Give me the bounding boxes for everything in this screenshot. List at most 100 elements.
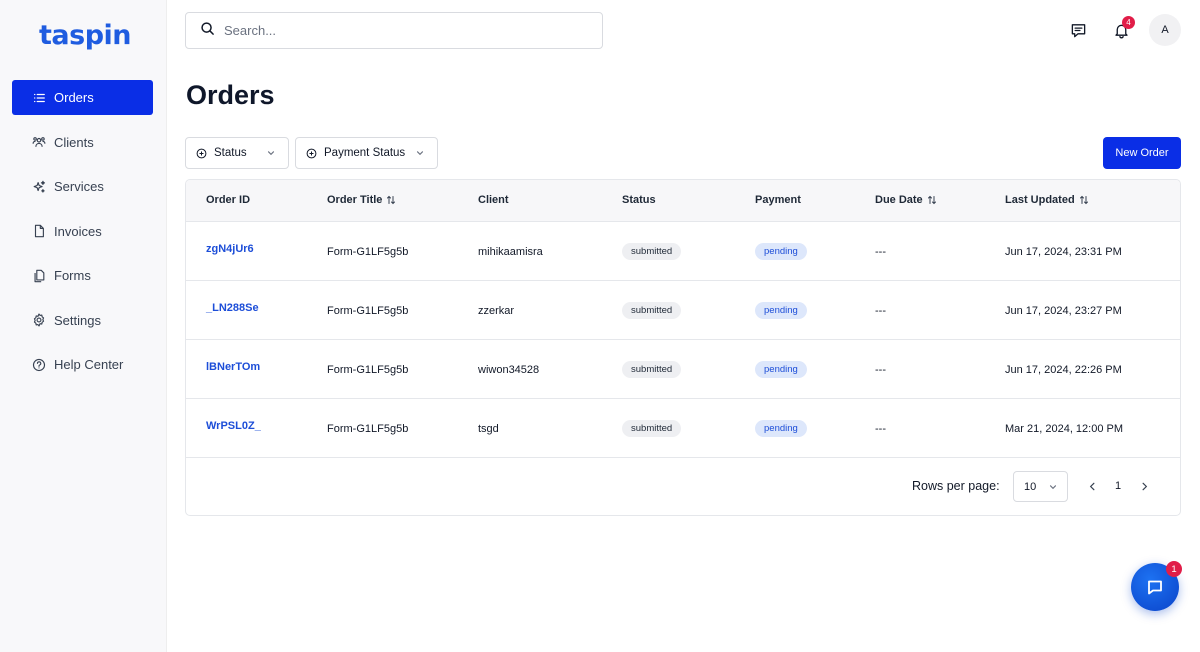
column-label: Due Date <box>875 194 923 206</box>
sidebar-item-label: Orders <box>54 90 94 105</box>
order-id-link[interactable]: zgN4jUr6 <box>206 243 254 255</box>
payment-status-filter-label: Payment Status <box>324 147 406 159</box>
sort-icon <box>927 195 936 205</box>
column-label: Last Updated <box>1005 194 1075 206</box>
file-icon <box>32 224 46 238</box>
sidebar-item-label: Help Center <box>54 357 124 372</box>
rows-per-page-value: 10 <box>1024 480 1037 493</box>
previous-page-button[interactable] <box>1085 479 1099 493</box>
search-input[interactable] <box>224 23 564 38</box>
status-filter-label: Status <box>214 147 247 159</box>
sidebar-item-forms[interactable]: Forms <box>12 258 153 293</box>
client-cell: mihikaamisra <box>478 246 543 258</box>
search-icon <box>200 21 215 41</box>
payment-status-filter[interactable]: Payment Status <box>295 137 438 169</box>
next-page-button[interactable] <box>1137 479 1151 493</box>
status-badge: submitted <box>622 302 682 319</box>
sidebar-item-settings[interactable]: Settings <box>12 303 153 338</box>
messages-icon[interactable] <box>1068 19 1088 41</box>
sidebar-item-orders[interactable]: Orders <box>12 80 153 115</box>
client-cell: wiwon34528 <box>478 364 540 376</box>
sidebar-item-label: Invoices <box>54 223 102 239</box>
chevron-down-icon <box>416 151 424 156</box>
order-id-link[interactable]: _LN288Se <box>206 302 259 314</box>
rows-per-page-label: Rows per page: <box>912 479 1000 493</box>
sort-icon <box>1079 195 1088 205</box>
order-title-cell: Form-G1LF5g5b <box>327 364 409 376</box>
avatar[interactable]: A <box>1149 14 1181 46</box>
current-page-number: 1 <box>1115 480 1122 492</box>
sidebar-item-help-center[interactable]: Help Center <box>12 347 153 382</box>
last-updated-cell: Jun 17, 2024, 22:26 PM <box>1005 364 1122 376</box>
status-badge: submitted <box>622 243 682 260</box>
sort-icon <box>387 195 396 205</box>
chevron-down-icon <box>267 151 275 156</box>
status-badge: submitted <box>622 420 682 437</box>
sidebar-item-clients[interactable]: Clients <box>12 125 153 160</box>
order-id-link[interactable]: lBNerTOm <box>206 361 260 373</box>
plus-circle-icon <box>306 148 317 158</box>
page-title: Orders <box>186 80 275 110</box>
table-row[interactable]: _LN288Se Form-G1LF5g5b zzerkar submitted… <box>186 281 1180 340</box>
column-label: Order ID <box>206 194 251 206</box>
client-cell: zzerkar <box>478 305 515 317</box>
taspin-logo[interactable]: taspin <box>39 20 132 51</box>
users-icon <box>32 135 46 149</box>
sidebar-item-invoices[interactable]: Invoices <box>12 214 153 249</box>
column-header-status: Status <box>622 194 656 206</box>
list-icon <box>32 91 46 105</box>
table-row[interactable]: lBNerTOm Form-G1LF5g5b wiwon34528 submit… <box>186 340 1180 399</box>
chevron-right-icon <box>1142 482 1147 490</box>
chevron-down-icon <box>1049 484 1057 489</box>
chat-bubble-icon <box>1148 580 1162 595</box>
payment-badge: pending <box>755 243 807 260</box>
sidebar: taspin Orders Clients Services Invoices <box>0 0 167 652</box>
search-box[interactable] <box>185 12 603 49</box>
order-title-cell: Form-G1LF5g5b <box>327 423 409 435</box>
new-order-button[interactable]: New Order <box>1103 137 1181 169</box>
pagination: Rows per page: 10 1 <box>186 457 1180 515</box>
sidebar-item-label: Services <box>54 179 104 194</box>
payment-badge: pending <box>755 302 807 319</box>
sidebar-item-services[interactable]: Services <box>12 169 153 204</box>
due-date-cell: --- <box>875 423 886 435</box>
column-label: Payment <box>755 194 801 206</box>
last-updated-cell: Mar 21, 2024, 12:00 PM <box>1005 423 1124 435</box>
column-header-client: Client <box>478 194 509 206</box>
sidebar-nav: Orders Clients Services Invoices Forms S… <box>12 80 153 392</box>
column-header-order-id: Order ID <box>206 194 250 206</box>
last-updated-cell: Jun 17, 2024, 23:31 PM <box>1005 246 1122 258</box>
column-header-payment: Payment <box>755 194 801 206</box>
sparkles-icon <box>32 180 46 194</box>
chevron-left-icon <box>1089 482 1094 490</box>
column-label: Client <box>478 194 509 206</box>
table-row[interactable]: zgN4jUr6 Form-G1LF5g5b mihikaamisra subm… <box>186 222 1180 281</box>
sidebar-item-label: Clients <box>54 134 94 150</box>
last-updated-cell: Jun 17, 2024, 23:27 PM <box>1005 305 1122 317</box>
rows-per-page-select[interactable]: 10 <box>1013 471 1068 502</box>
due-date-cell: --- <box>875 246 886 258</box>
order-title-cell: Form-G1LF5g5b <box>327 305 409 317</box>
due-date-cell: --- <box>875 364 886 376</box>
payment-badge: pending <box>755 420 807 437</box>
column-label: Status <box>622 194 656 206</box>
files-icon <box>32 269 46 283</box>
chat-badge: 1 <box>1166 561 1182 577</box>
sidebar-item-label: Settings <box>54 312 101 328</box>
status-badge: submitted <box>622 361 682 378</box>
order-id-link[interactable]: WrPSL0Z_ <box>206 420 261 432</box>
help-circle-icon <box>32 358 46 372</box>
table-row[interactable]: WrPSL0Z_ Form-G1LF5g5b tsgd submitted pe… <box>186 399 1180 458</box>
due-date-cell: --- <box>875 305 886 317</box>
payment-badge: pending <box>755 361 807 378</box>
column-label: Order Title <box>327 194 383 206</box>
gear-icon <box>32 313 46 327</box>
orders-table: Order ID Order Title Client Status Payme… <box>185 179 1181 516</box>
column-header-last-updated[interactable]: Last Updated <box>1005 194 1089 206</box>
table-header: Order ID Order Title Client Status Payme… <box>186 180 1180 222</box>
status-filter[interactable]: Status <box>185 137 289 169</box>
column-header-order-title[interactable]: Order Title <box>327 194 396 206</box>
column-header-due-date[interactable]: Due Date <box>875 194 937 206</box>
plus-circle-icon <box>196 148 207 158</box>
sidebar-item-label: Forms <box>54 268 91 283</box>
